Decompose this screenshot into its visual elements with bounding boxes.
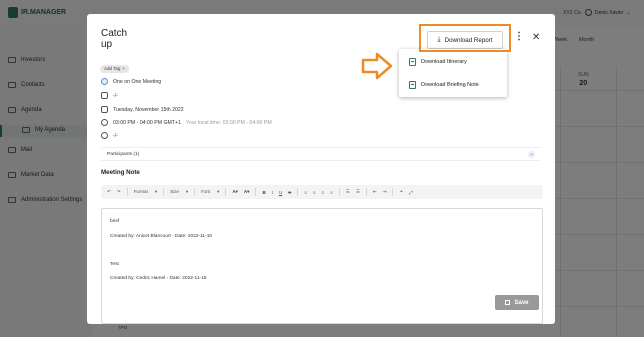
toolbar-divider <box>163 188 165 196</box>
meeting-title: Catch up <box>101 28 128 50</box>
local-time: Your local time: 03:00 PM - 04:00 PM <box>185 119 272 126</box>
location-row: -/- <box>101 132 118 139</box>
meeting-type-row: One on One Meeting <box>101 78 161 85</box>
fullscreen-icon[interactable]: ⤢ <box>409 190 413 195</box>
clock-icon <box>101 119 108 126</box>
save-label: Save <box>514 299 529 306</box>
font-label: Font <box>201 189 211 194</box>
align-right-icon[interactable]: ≡ <box>322 190 325 195</box>
download-dropdown-menu: Download Itinerary Download Briefing Not… <box>399 49 507 97</box>
format-label: Format <box>133 189 148 194</box>
people-icon <box>101 78 108 85</box>
building-icon <box>101 92 108 99</box>
bullet-list-icon[interactable]: ☰ <box>356 189 360 195</box>
note-line: Test <box>110 262 119 267</box>
meeting-date: Tuesday, November 15th 2022 <box>113 106 184 113</box>
indent-icon[interactable]: ⇥ <box>383 189 387 195</box>
meeting-type: One on One Meeting <box>113 78 162 85</box>
menu-item-label: Download Briefing Note <box>421 82 479 88</box>
save-button[interactable]: Save <box>495 295 539 310</box>
toolbar-divider <box>255 188 257 196</box>
font-select[interactable]: Font ▾ <box>201 189 219 195</box>
underline-icon[interactable]: U <box>279 190 282 195</box>
strikethrough-icon[interactable]: S <box>288 190 291 195</box>
toolbar-divider <box>297 188 299 196</box>
add-tag-button[interactable]: Add Tag + <box>100 65 130 73</box>
note-line: Created by: Cedric Hamel - Date: 2022-11… <box>110 276 207 281</box>
more-options-icon[interactable]: ⋮ <box>514 31 524 42</box>
chevron-down-icon[interactable]: ⌄ <box>528 150 535 158</box>
download-itinerary-item[interactable]: Download Itinerary <box>409 58 467 66</box>
ordered-list-icon[interactable]: ☰ <box>346 189 350 195</box>
link-icon[interactable]: ⚭ <box>399 189 403 195</box>
company-row: -/- <box>101 92 118 99</box>
annotation-arrow-icon <box>361 52 393 80</box>
meeting-time: 03:00 PM - 04:00 PM GMT+1 <box>113 119 181 126</box>
toolbar-divider <box>392 188 394 196</box>
note-line: brief <box>110 219 120 224</box>
dropdown-caret-icon: ▾ <box>217 189 220 194</box>
participants-label: Participants (1) <box>107 151 140 157</box>
undo-icon[interactable]: ↶ <box>107 189 111 195</box>
location-pin-icon <box>101 132 108 139</box>
participants-accordion[interactable]: Participants (1) ⌄ <box>101 147 541 161</box>
time-row: 03:00 PM - 04:00 PM GMT+1 Your local tim… <box>101 119 272 126</box>
toolbar-divider <box>126 188 128 196</box>
meeting-note-editor[interactable]: brief Created by: Anicet Blancourt - Dat… <box>101 208 543 324</box>
font-color-icon[interactable]: A▾ <box>232 189 238 195</box>
toolbar-divider <box>194 188 196 196</box>
italic-icon[interactable]: I <box>272 190 273 195</box>
meeting-note-label: Meeting Note <box>101 169 140 176</box>
annotation-highlight-box <box>419 24 511 52</box>
align-justify-icon[interactable]: ≡ <box>330 190 333 195</box>
date-row: Tuesday, November 15th 2022 <box>101 106 184 113</box>
plus-icon: + <box>122 66 126 71</box>
toolbar-divider <box>338 188 340 196</box>
highlight-color-icon[interactable]: A▾ <box>244 189 250 195</box>
add-tag-label: Add Tag <box>104 66 121 71</box>
calendar-icon <box>101 106 108 113</box>
redo-icon[interactable]: ↷ <box>117 189 121 195</box>
download-briefing-note-item[interactable]: Download Briefing Note <box>409 81 479 89</box>
location-value: -/- <box>113 132 118 139</box>
company-value: -/- <box>113 92 118 99</box>
document-icon <box>409 81 416 89</box>
close-icon[interactable]: ✕ <box>532 32 540 43</box>
bold-icon[interactable]: B <box>262 190 265 195</box>
menu-item-label: Download Itinerary <box>421 59 467 65</box>
editor-toolbar: ↶ ↷ Format ▾ Size ▾ Font ▾ A▾ A▾ B I U S ≡ … <box>101 185 543 199</box>
note-line: Created by: Anicet Blancourt - Date: 202… <box>110 234 213 239</box>
dropdown-caret-icon: ▾ <box>154 189 158 194</box>
align-center-icon[interactable]: ≡ <box>313 190 316 195</box>
align-left-icon[interactable]: ≡ <box>304 190 307 195</box>
toolbar-divider <box>365 188 367 196</box>
outdent-icon[interactable]: ⇤ <box>373 189 377 195</box>
size-select[interactable]: Size ▾ <box>170 189 188 195</box>
dropdown-caret-icon: ▾ <box>185 189 189 194</box>
toolbar-divider <box>225 188 227 196</box>
size-label: Size <box>170 189 179 194</box>
document-icon <box>409 58 416 66</box>
format-select[interactable]: Format ▾ <box>134 189 158 195</box>
save-icon <box>505 300 511 305</box>
